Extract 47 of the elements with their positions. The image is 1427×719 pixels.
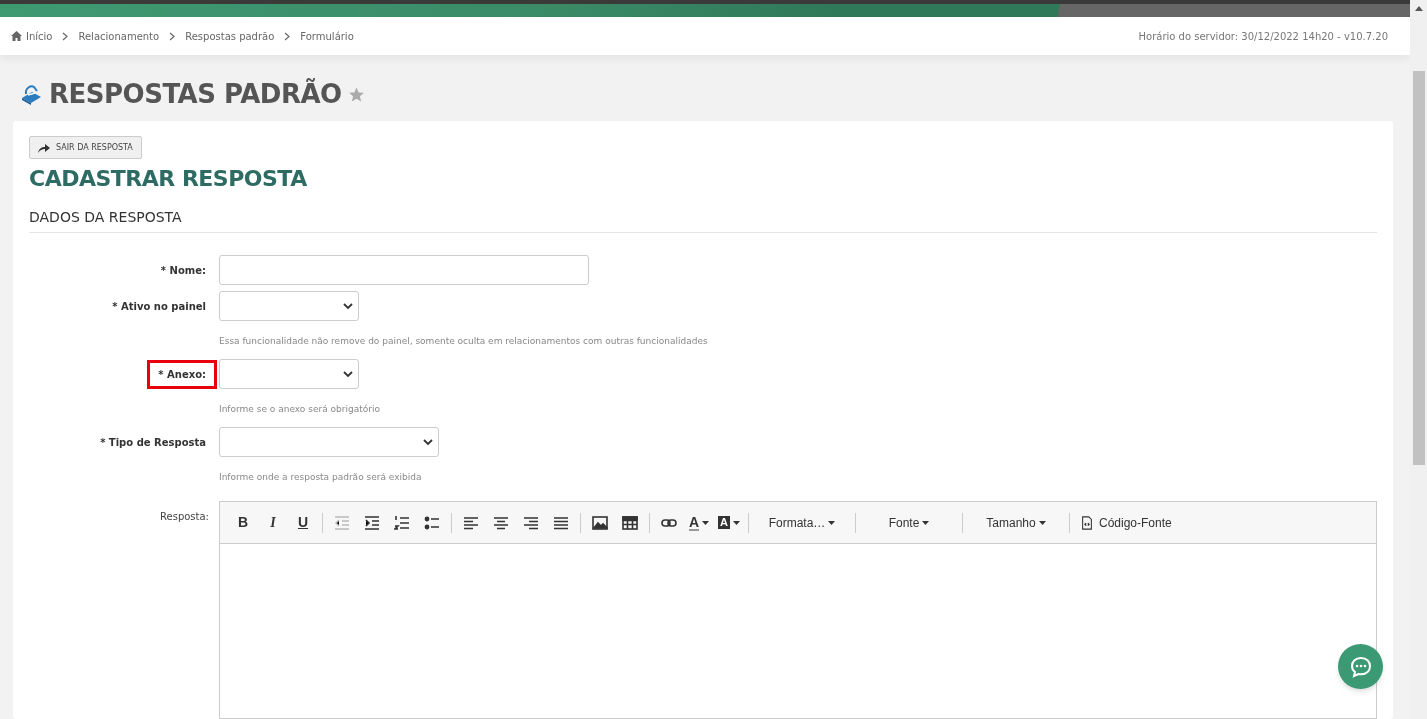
code-file-icon <box>1080 514 1094 531</box>
background-color-button[interactable]: A <box>716 508 742 537</box>
scrollbar-thumb[interactable] <box>1412 71 1425 465</box>
breadcrumb-link[interactable]: Formulário <box>300 28 354 44</box>
field-label: * Tipo de Resposta <box>99 435 207 450</box>
field-label: * Anexo: <box>147 359 217 389</box>
caret-icon <box>732 520 740 525</box>
field-hint: Informe se o anexo será obrigatório <box>219 404 380 414</box>
italic-button[interactable]: I <box>260 508 286 537</box>
chevron-down-icon <box>423 438 433 446</box>
field-label: * Nome: <box>159 263 207 278</box>
format-dropdown[interactable]: Tamanho <box>969 508 1063 537</box>
page-title: RESPOSTAS PADRÃO <box>49 77 342 111</box>
caret-icon <box>702 520 710 525</box>
section-title: DADOS DA RESPOSTA <box>29 207 1377 233</box>
source-code-button[interactable]: Código-Fonte <box>1076 508 1176 537</box>
breadcrumb-link[interactable]: Respostas padrão <box>185 28 275 44</box>
bold-button[interactable]: B <box>230 508 256 537</box>
chat-bubble-icon <box>1349 655 1372 678</box>
text-color-button[interactable]: A <box>686 508 712 537</box>
chevron-down-icon <box>343 302 353 310</box>
field-label: Resposta: <box>160 510 209 523</box>
hand-card-icon <box>19 82 43 106</box>
breadcrumb-link[interactable]: Relacionamento <box>78 28 160 44</box>
caret-icon <box>828 520 836 525</box>
exit-button[interactable]: SAIR DA RESPOSTA <box>29 136 142 159</box>
underline-button[interactable]: U <box>290 508 316 537</box>
server-time: Horário do servidor: 30/12/2022 14h20 - v10.7.20 <box>1138 29 1388 44</box>
text-input-field[interactable] <box>219 255 589 285</box>
chevron-right-icon <box>62 31 69 41</box>
breadcrumb-link[interactable]: Início <box>26 28 53 44</box>
share-arrow-icon <box>38 142 50 153</box>
caret-icon <box>1038 520 1046 525</box>
chevron-right-icon <box>284 31 291 41</box>
caret-icon <box>922 520 930 525</box>
field-hint: Essa funcionalidade não remove do painel, somente oculta em relacionamentos com outras funcionalidades <box>219 336 708 346</box>
field-hint: Informe onde a resposta padrão será exibida <box>219 472 422 482</box>
form-title: CADASTRAR RESPOSTA <box>29 165 308 193</box>
scroll-up-icon[interactable] <box>1414 6 1423 11</box>
format-dropdown[interactable]: Formata… <box>755 508 849 537</box>
chevron-right-icon <box>169 31 176 41</box>
favorite-star-icon[interactable] <box>347 85 365 103</box>
field-label: * Ativo no painel <box>111 299 207 314</box>
rich-text-editor[interactable]: B I U A A Formata… Fonte Tamanho Código-Fonte <box>219 501 1377 719</box>
home-icon <box>11 31 22 41</box>
format-dropdown[interactable]: Fonte <box>862 508 956 537</box>
chevron-down-icon <box>343 370 353 378</box>
